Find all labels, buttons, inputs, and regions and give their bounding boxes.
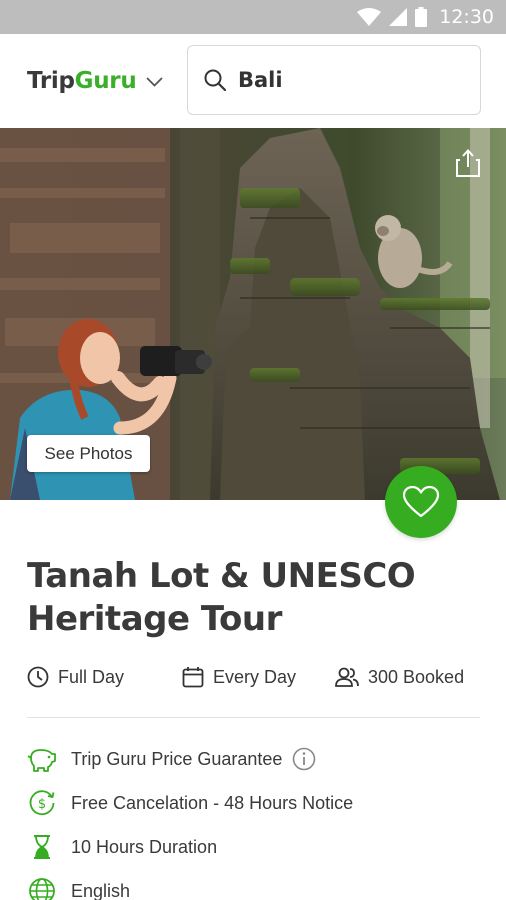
dollar-refund-icon: $ xyxy=(27,788,57,818)
feature-language-label: English xyxy=(71,880,131,900)
tour-title: Tanah Lot & UNESCO Heritage Tour xyxy=(27,555,477,641)
heart-icon xyxy=(402,485,440,518)
see-photos-button[interactable]: See Photos xyxy=(27,435,150,472)
feature-duration: 10 Hours Duration xyxy=(27,832,217,862)
wifi-icon xyxy=(357,8,382,26)
brand-logo-trip: Trip xyxy=(27,68,75,94)
feature-price-guarantee-label: Trip Guru Price Guarantee xyxy=(71,748,283,769)
hourglass-icon xyxy=(27,832,57,862)
status-time: 12:30 xyxy=(439,6,494,28)
share-button[interactable] xyxy=(455,148,481,178)
chevron-down-icon xyxy=(146,77,164,87)
meta-booked: 300 Booked xyxy=(335,666,464,688)
meta-duration: Full Day xyxy=(27,666,124,688)
info-icon[interactable] xyxy=(292,747,316,771)
status-icons: 12:30 xyxy=(357,0,494,34)
meta-duration-label: Full Day xyxy=(58,666,125,687)
piggy-bank-icon xyxy=(27,744,57,774)
calendar-icon xyxy=(182,667,204,688)
feature-duration-label: 10 Hours Duration xyxy=(71,836,218,857)
favorite-button[interactable] xyxy=(385,466,457,538)
meta-schedule-label: Every Day xyxy=(213,666,297,687)
hero-image[interactable]: See Photos xyxy=(0,128,506,500)
meta-booked-label: 300 Booked xyxy=(368,666,465,687)
search-box[interactable] xyxy=(187,45,481,115)
users-icon xyxy=(335,667,359,687)
tour-meta-row: Full Day Every Day 300 Booked xyxy=(0,666,506,694)
feature-free-cancelation-label: Free Cancelation - 48 Hours Notice xyxy=(71,792,354,813)
feature-language: English xyxy=(27,876,130,900)
signal-icon xyxy=(389,8,408,26)
battery-icon xyxy=(415,7,428,27)
search-icon xyxy=(204,69,226,91)
feature-free-cancelation: $ Free Cancelation - 48 Hours Notice xyxy=(27,788,353,818)
search-input[interactable] xyxy=(238,68,438,92)
brand-logo-guru: Guru xyxy=(74,68,137,94)
tour-title-line-1: Tanah Lot & UNESCO xyxy=(27,556,416,596)
brand-menu[interactable]: Trip Guru xyxy=(27,68,164,94)
clock-icon xyxy=(27,666,49,688)
tour-title-line-2: Heritage Tour xyxy=(27,599,282,639)
share-icon xyxy=(456,149,480,177)
svg-text:$: $ xyxy=(38,797,46,812)
section-divider xyxy=(27,717,480,718)
meta-schedule: Every Day xyxy=(182,666,296,688)
globe-icon xyxy=(27,876,57,900)
status-bar: 12:30 xyxy=(0,0,506,34)
app-header: Trip Guru xyxy=(0,34,506,128)
feature-price-guarantee: Trip Guru Price Guarantee xyxy=(27,744,316,774)
